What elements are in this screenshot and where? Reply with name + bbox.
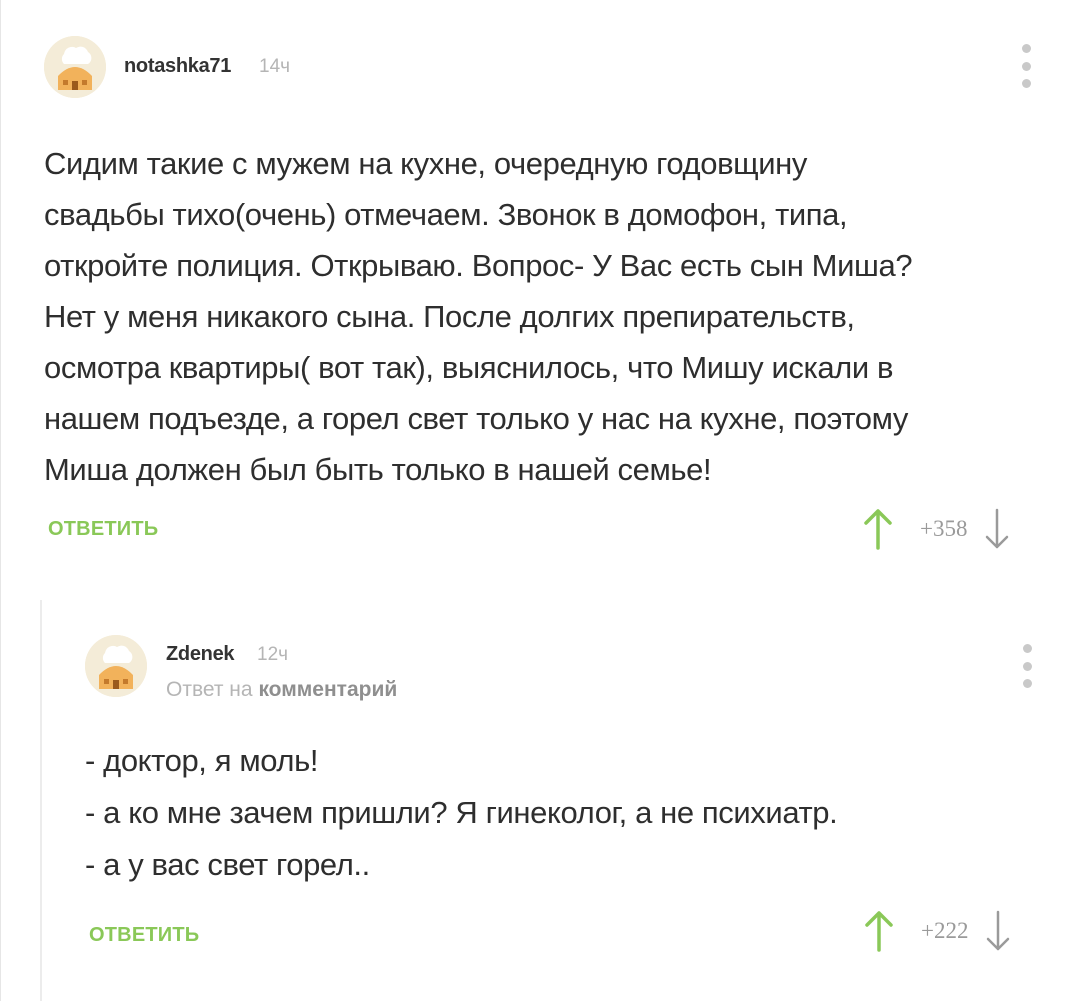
parent-comment-link[interactable]: комментарий <box>258 678 397 701</box>
kebab-menu-icon[interactable] <box>1016 44 1036 88</box>
rating-score: +222 <box>921 918 969 943</box>
vote-controls: +222 <box>863 910 1014 952</box>
comment-line: - а ко мне зачем пришли? Я гинеколог, а … <box>85 795 838 830</box>
comment-body: Сидим такие с мужем на кухне, очередную … <box>44 138 1044 495</box>
timestamp: 12ч <box>257 644 289 665</box>
comment-line: - доктор, я моль! <box>85 743 319 778</box>
comment-line: осмотра квартиры( вот так), выяснилось, … <box>44 350 894 385</box>
arrow-down-icon[interactable] <box>982 910 1014 952</box>
avatar[interactable] <box>85 635 147 697</box>
username[interactable]: Zdenek <box>166 643 235 666</box>
comment-body: - доктор, я моль! - а ко мне зачем пришл… <box>85 735 985 891</box>
reply-to-info: Ответ на комментарий <box>166 678 397 702</box>
comment-line: Сидим такие с мужем на кухне, очередную … <box>44 146 807 181</box>
arrow-down-icon[interactable] <box>981 508 1013 550</box>
chef-house-avatar-icon <box>85 635 147 697</box>
reply-comment: Zdenek 12ч Ответ на комментарий - доктор… <box>40 600 1080 1001</box>
reply-button[interactable]: ОТВЕТИТЬ <box>48 518 158 541</box>
comment-line: нашем подъезде, а горел свет только у на… <box>44 401 908 436</box>
comment-line: откройте полиция. Открываю. Вопрос- У Ва… <box>44 248 913 283</box>
comment-line: - а у вас свет горел.. <box>85 847 370 882</box>
comment-line: Нет у меня никакого сына. После долгих п… <box>44 299 855 334</box>
arrow-up-icon[interactable] <box>863 910 895 952</box>
username[interactable]: notashka71 <box>124 55 231 78</box>
vote-controls: +358 <box>862 508 1013 550</box>
avatar[interactable] <box>44 36 106 98</box>
rating-score: +358 <box>920 516 968 541</box>
comment: notashka71 14ч Сидим такие с мужем на ку… <box>0 0 1080 580</box>
timestamp: 14ч <box>259 56 291 77</box>
comment-line: Миша должен был быть только в нашей семь… <box>44 452 712 487</box>
reply-to-prefix: Ответ на <box>166 678 253 701</box>
chef-house-avatar-icon <box>44 36 106 98</box>
kebab-menu-icon[interactable] <box>1017 644 1037 688</box>
arrow-up-icon[interactable] <box>862 508 894 550</box>
reply-button[interactable]: ОТВЕТИТЬ <box>89 924 199 947</box>
comment-line: свадьбы тихо(очень) отмечаем. Звонок в д… <box>44 197 848 232</box>
